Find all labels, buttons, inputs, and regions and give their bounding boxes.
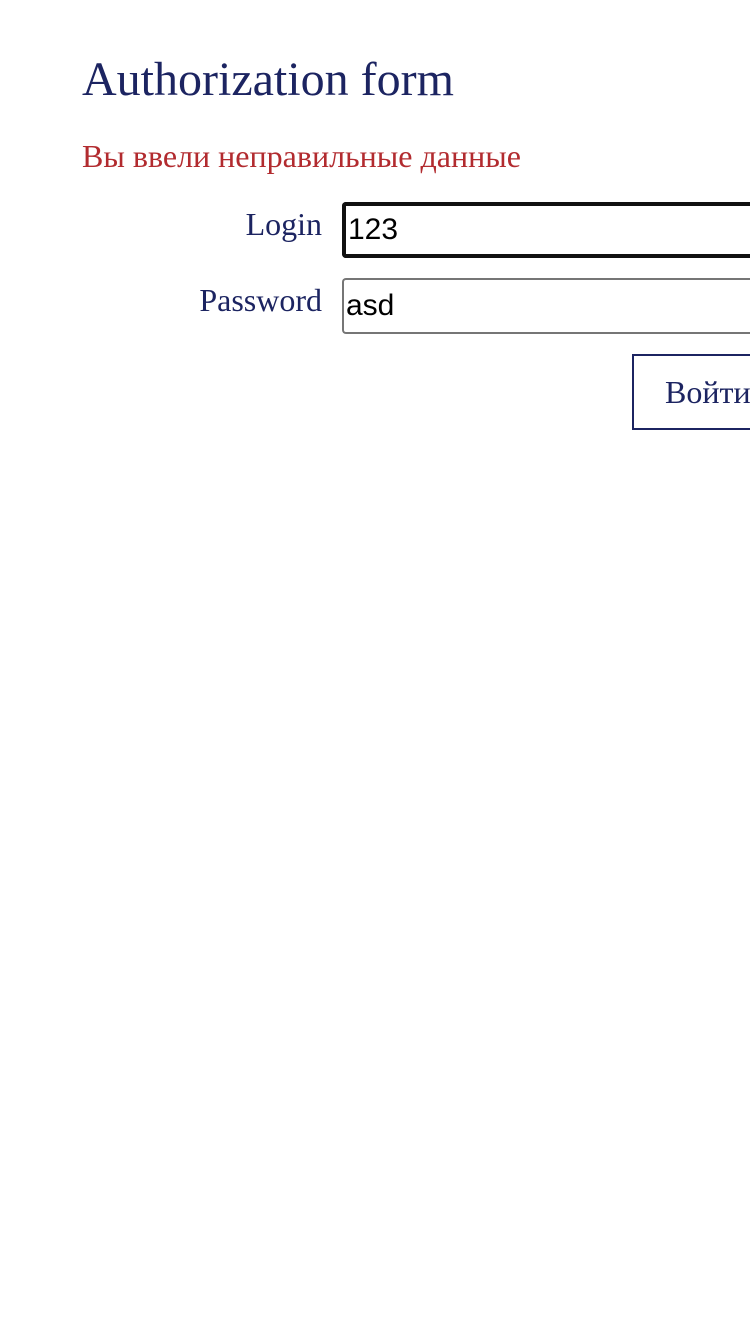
login-label: Login: [245, 206, 322, 242]
page-title: Authorization form: [82, 53, 454, 106]
password-label: Password: [199, 282, 322, 318]
submit-button[interactable]: Войти: [632, 354, 750, 430]
password-input[interactable]: [342, 278, 750, 334]
error-message: Вы ввели неправильные данные: [82, 138, 521, 174]
login-input[interactable]: [342, 202, 750, 258]
